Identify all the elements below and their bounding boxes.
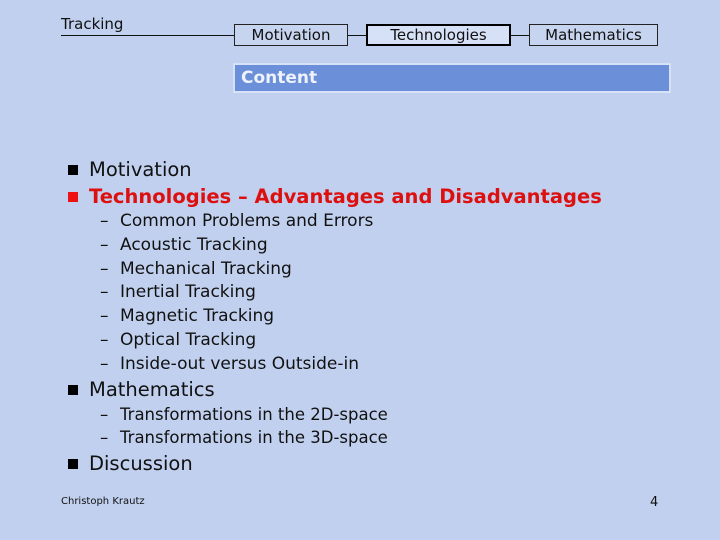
dash-bullet-icon: – xyxy=(100,330,109,350)
outline-subitem: – Optical Tracking xyxy=(100,330,256,350)
nav-connector xyxy=(511,35,529,36)
outline-subitem-label: Transformations in the 3D-space xyxy=(120,428,388,447)
outline-subitem: – Inside-out versus Outside-in xyxy=(100,354,359,374)
outline-subitem: – Common Problems and Errors xyxy=(100,211,373,231)
outline-subitem-label: Acoustic Tracking xyxy=(120,235,268,255)
outline-subitem: – Transformations in the 3D-space xyxy=(100,428,388,447)
nav-tab-label: Mathematics xyxy=(545,26,642,44)
outline-item-discussion: Discussion xyxy=(68,452,193,475)
square-bullet-icon xyxy=(68,191,78,202)
dash-bullet-icon: – xyxy=(100,282,109,302)
outline-subitem: – Acoustic Tracking xyxy=(100,235,268,255)
nav-tab-label: Motivation xyxy=(251,26,331,44)
outline-item-label: Motivation xyxy=(89,158,192,181)
outline-subitem-label: Transformations in the 2D-space xyxy=(120,405,388,424)
square-bullet-icon xyxy=(68,384,78,395)
dash-bullet-icon: – xyxy=(100,211,109,231)
outline-item-motivation: Motivation xyxy=(68,158,192,181)
outline-subitem-label: Inside-out versus Outside-in xyxy=(120,354,359,374)
outline-item-label: Technologies – Advantages and Disadvanta… xyxy=(89,185,602,208)
outline-subitem: – Mechanical Tracking xyxy=(100,259,292,279)
outline-subitem-label: Magnetic Tracking xyxy=(120,306,275,326)
section-header: Content xyxy=(233,63,671,93)
outline-subitem: – Transformations in the 2D-space xyxy=(100,405,388,424)
nav-tab-technologies[interactable]: Technologies xyxy=(366,24,511,46)
outline-subitem-label: Inertial Tracking xyxy=(120,282,256,302)
dash-bullet-icon: – xyxy=(100,428,109,447)
nav-tab-label: Technologies xyxy=(390,26,487,44)
dash-bullet-icon: – xyxy=(100,354,109,374)
nav-connector xyxy=(348,35,366,36)
dash-bullet-icon: – xyxy=(100,405,109,424)
outline-subitem-label: Mechanical Tracking xyxy=(120,259,292,279)
nav-tab-mathematics[interactable]: Mathematics xyxy=(529,24,658,46)
dash-bullet-icon: – xyxy=(100,259,109,279)
presentation-title: Tracking xyxy=(61,15,124,33)
square-bullet-icon xyxy=(68,458,78,469)
footer-author: Christoph Krautz xyxy=(61,496,145,507)
square-bullet-icon xyxy=(68,164,78,175)
outline-subitem-label: Optical Tracking xyxy=(120,330,257,350)
outline-subitem: – Inertial Tracking xyxy=(100,282,256,302)
outline-subitem: – Magnetic Tracking xyxy=(100,306,274,326)
page-number: 4 xyxy=(650,495,659,510)
dash-bullet-icon: – xyxy=(100,235,109,255)
outline-item-mathematics: Mathematics xyxy=(68,378,215,401)
dash-bullet-icon: – xyxy=(100,306,109,326)
title-underline xyxy=(61,35,234,36)
nav-tab-motivation[interactable]: Motivation xyxy=(234,24,348,46)
outline-item-technologies: Technologies – Advantages and Disadvanta… xyxy=(68,185,602,208)
outline-subitem-label: Common Problems and Errors xyxy=(120,211,374,231)
section-title: Content xyxy=(241,68,318,88)
outline-item-label: Discussion xyxy=(89,452,193,475)
outline-item-label: Mathematics xyxy=(89,378,215,401)
